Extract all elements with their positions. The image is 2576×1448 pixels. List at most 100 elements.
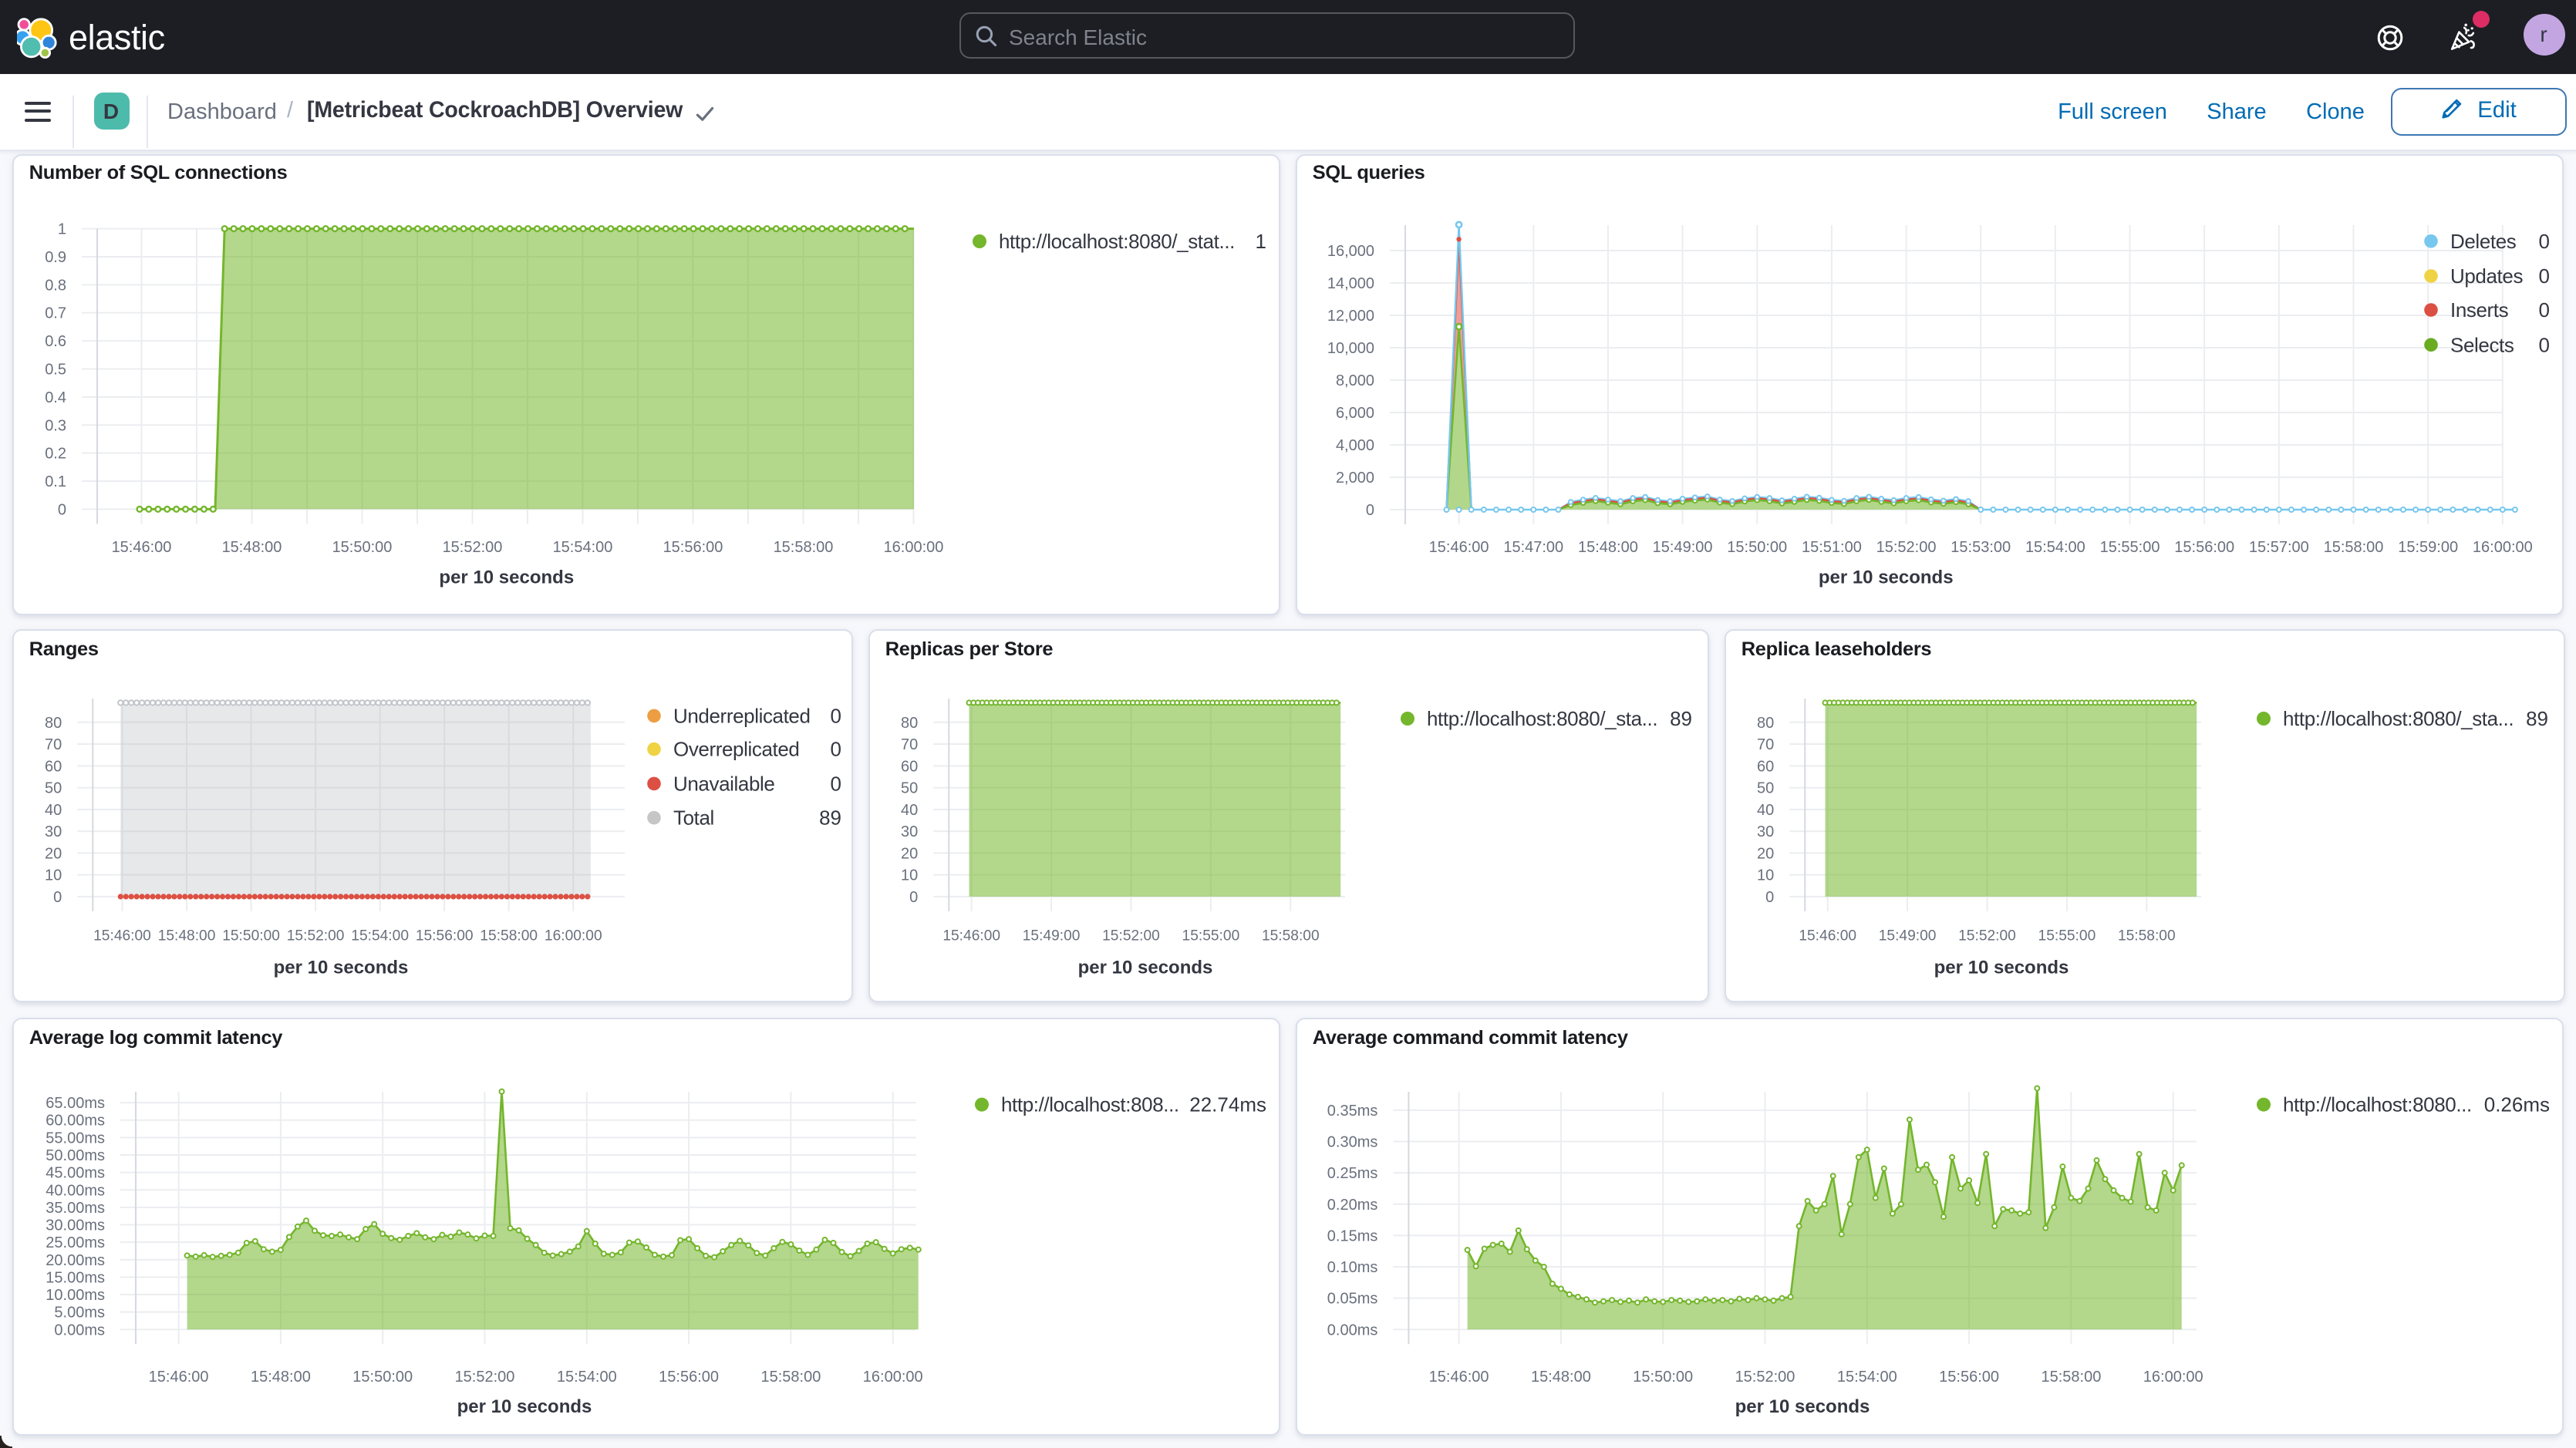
svg-text:15:46:00: 15:46:00	[112, 538, 172, 555]
svg-text:15:58:00: 15:58:00	[1262, 928, 1320, 945]
svg-text:1: 1	[58, 221, 66, 237]
svg-text:16:00:00: 16:00:00	[863, 1369, 923, 1386]
svg-text:15:51:00: 15:51:00	[1802, 538, 1862, 555]
svg-text:4,000: 4,000	[1336, 436, 1374, 453]
svg-text:Deletes: Deletes	[2450, 229, 2517, 252]
svg-text:15:47:00: 15:47:00	[1503, 538, 1563, 555]
svg-text:15:50:00: 15:50:00	[332, 538, 393, 555]
svg-text:0.30ms: 0.30ms	[1327, 1134, 1378, 1151]
svg-text:15:50:00: 15:50:00	[1727, 538, 1787, 555]
svg-text:0.7: 0.7	[45, 305, 66, 322]
svg-text:70: 70	[901, 736, 918, 753]
svg-text:15:58:00: 15:58:00	[2118, 928, 2176, 945]
svg-text:0.25ms: 0.25ms	[1327, 1166, 1378, 1183]
svg-text:0.8: 0.8	[45, 276, 66, 293]
svg-text:14,000: 14,000	[1327, 274, 1374, 291]
svg-text:Overreplicated: Overreplicated	[673, 738, 799, 761]
svg-text:15:58:00: 15:58:00	[2041, 1369, 2101, 1386]
svg-text:30: 30	[1757, 823, 1774, 840]
svg-text:15:48:00: 15:48:00	[251, 1369, 311, 1386]
svg-text:22.74ms: 22.74ms	[1189, 1093, 1266, 1116]
svg-text:0.05ms: 0.05ms	[1327, 1291, 1378, 1308]
svg-text:0.2: 0.2	[45, 445, 66, 462]
svg-text:0.5: 0.5	[45, 361, 66, 378]
svg-text:0: 0	[1366, 501, 1374, 518]
svg-text:Unavailable: Unavailable	[673, 773, 774, 796]
svg-text:per 10 seconds: per 10 seconds	[1934, 957, 2069, 978]
svg-text:15:54:00: 15:54:00	[351, 928, 409, 945]
svg-text:20: 20	[901, 845, 918, 862]
svg-text:15:55:00: 15:55:00	[1182, 928, 1240, 945]
svg-text:89: 89	[1670, 707, 1692, 730]
svg-text:15:56:00: 15:56:00	[659, 1369, 719, 1386]
svg-text:15:58:00: 15:58:00	[774, 538, 834, 555]
svg-text:40.00ms: 40.00ms	[46, 1183, 105, 1200]
svg-text:80: 80	[1757, 715, 1774, 732]
svg-text:8,000: 8,000	[1336, 372, 1374, 389]
svg-text:0: 0	[2539, 298, 2550, 321]
svg-text:80: 80	[901, 715, 918, 732]
svg-text:Updates: Updates	[2450, 264, 2523, 287]
svg-text:0.00ms: 0.00ms	[1327, 1322, 1378, 1339]
svg-text:10: 10	[45, 867, 62, 884]
svg-text:40: 40	[901, 802, 918, 819]
svg-text:0.15ms: 0.15ms	[1327, 1228, 1378, 1245]
svg-text:70: 70	[1757, 736, 1774, 753]
svg-text:0: 0	[53, 889, 62, 906]
svg-text:http://localhost:808...: http://localhost:808...	[1001, 1093, 1179, 1116]
svg-text:15:54:00: 15:54:00	[553, 538, 613, 555]
svg-text:40: 40	[45, 802, 62, 819]
svg-text:16:00:00: 16:00:00	[2143, 1369, 2203, 1386]
svg-text:0.9: 0.9	[45, 248, 66, 265]
svg-text:35.00ms: 35.00ms	[46, 1200, 105, 1217]
svg-text:0: 0	[831, 773, 841, 796]
svg-text:15:57:00: 15:57:00	[2249, 538, 2309, 555]
svg-text:15:56:00: 15:56:00	[416, 928, 474, 945]
svg-text:15:52:00: 15:52:00	[1102, 928, 1160, 945]
svg-text:60: 60	[45, 758, 62, 775]
svg-text:http://localhost:8080/_stat...: http://localhost:8080/_stat...	[999, 229, 1235, 252]
svg-text:per 10 seconds: per 10 seconds	[1078, 957, 1213, 978]
svg-text:15:52:00: 15:52:00	[1735, 1369, 1795, 1386]
svg-text:10.00ms: 10.00ms	[46, 1287, 105, 1304]
svg-text:Inserts: Inserts	[2450, 298, 2509, 321]
svg-text:http://localhost:8080/_sta...: http://localhost:8080/_sta...	[1427, 707, 1657, 730]
svg-text:2,000: 2,000	[1336, 469, 1374, 486]
svg-text:15:48:00: 15:48:00	[1578, 538, 1638, 555]
svg-text:15:46:00: 15:46:00	[149, 1369, 209, 1386]
svg-text:16:00:00: 16:00:00	[545, 928, 602, 945]
svg-text:0: 0	[1765, 889, 1774, 906]
svg-text:16:00:00: 16:00:00	[884, 538, 944, 555]
svg-text:1: 1	[1256, 229, 1266, 252]
svg-text:15:59:00: 15:59:00	[2398, 538, 2458, 555]
svg-text:50: 50	[1757, 780, 1774, 797]
svg-text:15:58:00: 15:58:00	[760, 1369, 821, 1386]
svg-text:16:00:00: 16:00:00	[2473, 538, 2533, 555]
svg-text:15:50:00: 15:50:00	[1633, 1369, 1693, 1386]
svg-text:15:46:00: 15:46:00	[942, 928, 1000, 945]
svg-text:per 10 seconds: per 10 seconds	[457, 1396, 592, 1417]
svg-text:0.6: 0.6	[45, 332, 66, 349]
svg-text:20: 20	[1757, 845, 1774, 862]
svg-text:10: 10	[1757, 867, 1774, 884]
svg-text:45.00ms: 45.00ms	[46, 1165, 105, 1182]
svg-text:15:49:00: 15:49:00	[1653, 538, 1713, 555]
svg-text:per 10 seconds: per 10 seconds	[274, 957, 409, 978]
svg-text:89: 89	[2526, 707, 2548, 730]
svg-text:Underreplicated: Underreplicated	[673, 705, 811, 728]
svg-text:15:56:00: 15:56:00	[2174, 538, 2234, 555]
svg-text:60: 60	[1757, 758, 1774, 775]
svg-text:Total: Total	[673, 807, 714, 830]
svg-text:15:52:00: 15:52:00	[443, 538, 503, 555]
svg-text:0.3: 0.3	[45, 416, 66, 433]
svg-text:15:54:00: 15:54:00	[1837, 1369, 1897, 1386]
svg-text:30: 30	[901, 823, 918, 840]
svg-text:6,000: 6,000	[1336, 404, 1374, 421]
svg-text:65.00ms: 65.00ms	[46, 1095, 105, 1112]
svg-text:30: 30	[45, 823, 62, 840]
svg-text:15:58:00: 15:58:00	[2324, 538, 2384, 555]
svg-text:80: 80	[45, 715, 62, 732]
svg-text:per 10 seconds: per 10 seconds	[1819, 566, 1954, 587]
svg-text:per 10 seconds: per 10 seconds	[1735, 1396, 1870, 1417]
svg-text:15.00ms: 15.00ms	[46, 1270, 105, 1287]
